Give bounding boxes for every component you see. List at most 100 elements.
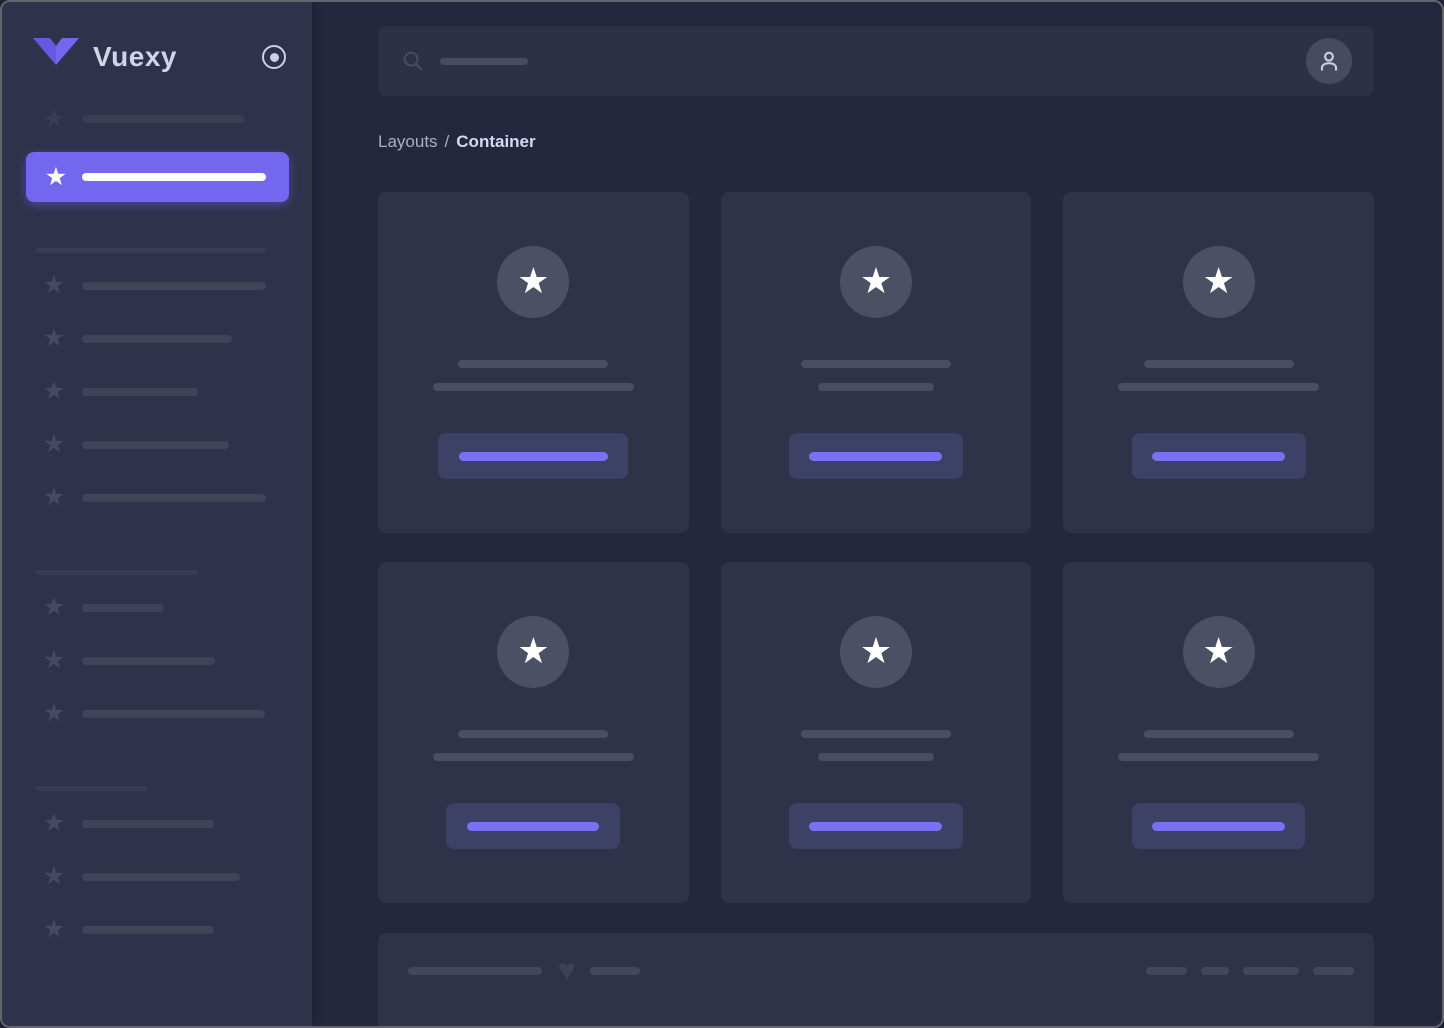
star-icon: ★ (42, 809, 66, 837)
star-icon: ★ (42, 271, 66, 299)
sidebar-item-skeleton[interactable]: ★ (2, 365, 312, 418)
star-avatar: ★ (1182, 246, 1255, 318)
star-avatar: ★ (839, 616, 912, 688)
label-skeleton (82, 281, 266, 290)
card-button[interactable] (788, 803, 963, 849)
button-label-skeleton (809, 451, 943, 461)
sidebar-section: ★ ★ ★ ★ ★ (2, 248, 312, 524)
star-avatar: ★ (839, 246, 912, 318)
demo-card: ★ (378, 192, 689, 533)
app-window: Vuexy ★ ★ ★ ★ ★ ★ ★ ★ ★ ★ ★ ★ ★ Layouts … (0, 0, 1444, 1028)
subtitle-skeleton (817, 753, 934, 761)
search-icon (403, 51, 423, 71)
footer-text-skeleton (408, 967, 542, 975)
footer-card: ♥ (378, 933, 1374, 1026)
star-icon: ★ (517, 629, 550, 671)
star-icon: ★ (42, 377, 66, 405)
title-skeleton (800, 730, 951, 738)
star-icon: ★ (42, 915, 66, 943)
section-header-skeleton (35, 570, 198, 575)
title-skeleton (458, 730, 609, 738)
subtitle-skeleton (432, 753, 634, 761)
footer-link-skeleton[interactable] (1313, 967, 1354, 975)
user-avatar[interactable] (1306, 38, 1352, 84)
star-icon: ★ (42, 324, 66, 352)
sidebar-section: ★ ★ ★ (2, 786, 312, 956)
label-skeleton (82, 440, 229, 449)
breadcrumb-current: Container (456, 132, 536, 151)
sidebar-item-skeleton[interactable]: ★ (2, 581, 312, 634)
star-icon: ★ (859, 259, 893, 301)
button-label-skeleton (458, 451, 608, 461)
pin-dot (269, 52, 279, 62)
star-icon: ★ (42, 699, 66, 727)
demo-card: ★ (1063, 192, 1374, 533)
demo-card: ★ (378, 562, 689, 903)
section-header-skeleton (35, 786, 147, 791)
demo-card: ★ (720, 562, 1032, 903)
sidebar-item-skeleton[interactable]: ★ (2, 471, 312, 524)
button-label-skeleton (1152, 821, 1286, 831)
search-input[interactable] (378, 26, 1374, 96)
sidebar-item-active[interactable]: ★ (26, 152, 289, 202)
star-icon: ★ (42, 593, 66, 621)
title-skeleton (458, 360, 609, 368)
card-button[interactable] (446, 803, 621, 849)
breadcrumb-parent[interactable]: Layouts (378, 132, 438, 151)
breadcrumb: Layouts / Container (378, 132, 1374, 152)
sidebar-item-skeleton[interactable]: ★ (2, 687, 312, 740)
star-avatar: ★ (497, 246, 570, 318)
card-grid: ★ ★ ★ ★ ★ ★ (378, 192, 1374, 903)
star-icon: ★ (42, 646, 66, 674)
sidebar-item-skeleton[interactable]: ★ (2, 797, 312, 850)
brand-name: Vuexy (93, 41, 177, 72)
sidebar-item-skeleton[interactable]: ★ (2, 104, 312, 134)
label-skeleton (82, 925, 214, 934)
star-icon: ★ (44, 162, 68, 191)
vuexy-logo-icon (33, 38, 79, 65)
card-button[interactable] (1131, 433, 1306, 479)
star-avatar: ★ (497, 616, 570, 688)
subtitle-skeleton (432, 383, 634, 391)
demo-card: ★ (1063, 562, 1374, 903)
footer-text-skeleton (589, 967, 640, 975)
label-skeleton (82, 173, 266, 181)
star-icon: ★ (517, 259, 550, 301)
section-header-skeleton (35, 248, 266, 253)
sidebar-item-skeleton[interactable]: ★ (2, 312, 312, 365)
label-skeleton (82, 709, 265, 718)
star-icon: ★ (42, 430, 66, 458)
sidebar-section: ★ ★ ★ (2, 570, 312, 740)
sidebar-item-skeleton[interactable]: ★ (2, 903, 312, 956)
label-skeleton (82, 656, 215, 665)
label-skeleton (82, 603, 164, 612)
title-skeleton (1143, 360, 1294, 368)
sidebar-item-skeleton[interactable]: ★ (2, 259, 312, 312)
label-skeleton (82, 819, 214, 828)
card-button[interactable] (1132, 803, 1306, 849)
subtitle-skeleton (817, 383, 934, 391)
menu-pin-toggle-icon[interactable] (262, 45, 286, 69)
label-skeleton (82, 493, 266, 502)
button-label-skeleton (1152, 451, 1286, 461)
label-skeleton (82, 115, 244, 123)
card-button[interactable] (788, 433, 963, 479)
footer-link-skeleton[interactable] (1146, 967, 1187, 975)
sidebar: Vuexy ★ ★ ★ ★ ★ ★ ★ ★ ★ ★ ★ ★ ★ (2, 2, 312, 1026)
title-skeleton (800, 360, 951, 368)
card-button[interactable] (438, 433, 629, 479)
footer-link-skeleton[interactable] (1201, 967, 1229, 975)
breadcrumb-separator: / (444, 132, 450, 151)
sidebar-item-skeleton[interactable]: ★ (2, 634, 312, 687)
demo-card: ★ (720, 192, 1032, 533)
star-icon: ★ (42, 104, 66, 133)
sidebar-header: Vuexy (2, 36, 312, 78)
sidebar-item-skeleton[interactable]: ★ (2, 418, 312, 471)
footer-link-skeleton[interactable] (1243, 967, 1299, 975)
search-placeholder-skeleton (440, 57, 528, 65)
label-skeleton (82, 872, 240, 881)
heart-icon[interactable]: ♥ (558, 956, 576, 986)
star-icon: ★ (42, 483, 66, 511)
sidebar-item-skeleton[interactable]: ★ (2, 850, 312, 903)
button-label-skeleton (809, 821, 943, 831)
